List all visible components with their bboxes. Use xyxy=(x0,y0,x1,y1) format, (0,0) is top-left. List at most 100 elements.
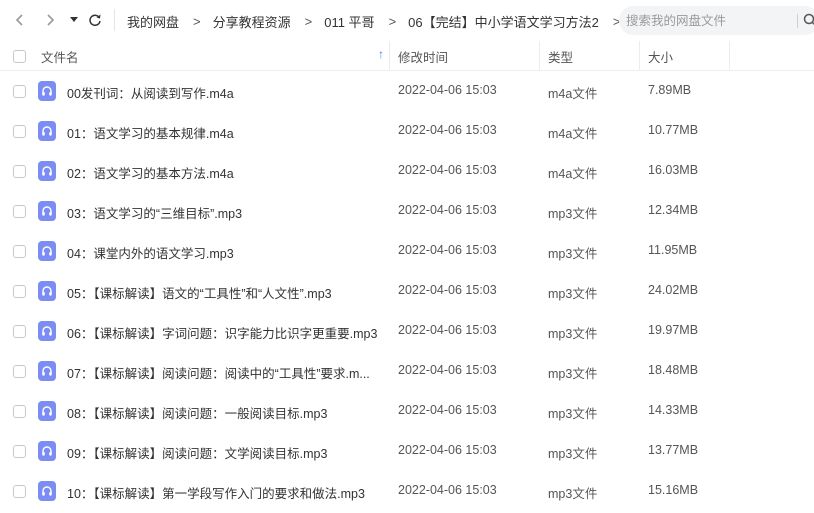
column-header-name[interactable]: 文件名 ↑ xyxy=(41,41,389,71)
breadcrumb-separator: > xyxy=(304,14,313,29)
back-button[interactable] xyxy=(7,7,33,33)
column-header-type[interactable]: 类型 xyxy=(548,41,573,71)
row-checkbox[interactable] xyxy=(13,485,26,498)
file-name[interactable]: 06：【课标解读】字词问题：识字能力比识字更重要.mp3 xyxy=(67,323,377,342)
row-checkbox[interactable] xyxy=(13,85,26,98)
column-header-time[interactable]: 修改时间 xyxy=(398,41,448,71)
file-modified-time: 2022-04-06 15:03 xyxy=(398,443,497,457)
file-list-header: 文件名 ↑ 修改时间 类型 大小 xyxy=(0,41,814,71)
file-name[interactable]: 05：【课标解读】语文的“工具性”和“人文性”.mp3 xyxy=(67,283,332,302)
table-row[interactable]: 05：【课标解读】语文的“工具性”和“人文性”.mp3 2022-04-06 1… xyxy=(0,271,814,311)
column-header-name-label: 文件名 xyxy=(41,50,79,65)
row-checkbox[interactable] xyxy=(13,445,26,458)
row-checkbox[interactable] xyxy=(13,165,26,178)
file-name[interactable]: 04：课堂内外的语文学习.mp3 xyxy=(67,243,234,262)
file-type: m4a文件 xyxy=(548,87,598,101)
column-header-type-label: 类型 xyxy=(548,50,574,65)
history-dropdown[interactable] xyxy=(66,7,82,33)
column-divider[interactable] xyxy=(389,41,390,71)
column-header-size-label: 大小 xyxy=(648,50,674,65)
table-row[interactable]: 06：【课标解读】字词问题：识字能力比识字更重要.mp3 2022-04-06 … xyxy=(0,311,814,351)
table-row[interactable]: 09：【课标解读】阅读问题：文学阅读目标.mp3 2022-04-06 15:0… xyxy=(0,431,814,471)
file-name[interactable]: 07：【课标解读】阅读问题：阅读中的“工具性”要求.m... xyxy=(67,363,370,382)
file-modified-time: 2022-04-06 15:03 xyxy=(398,483,497,497)
row-checkbox[interactable] xyxy=(13,285,26,298)
table-row[interactable]: 04：课堂内外的语文学习.mp3 2022-04-06 15:03 mp3文件 … xyxy=(0,231,814,271)
table-row[interactable]: 01：语文学习的基本规律.m4a 2022-04-06 15:03 m4a文件 … xyxy=(0,111,814,151)
row-checkbox[interactable] xyxy=(13,125,26,138)
file-type: mp3文件 xyxy=(548,447,598,461)
breadcrumb-item[interactable]: 分享教程资源 xyxy=(213,12,291,31)
breadcrumb-separator: > xyxy=(193,14,201,29)
toolbar: 我的网盘 > 分享教程资源 > 011 平哥 > 06【完结】中小学语文学习方法… xyxy=(0,0,814,41)
chevron-left-icon xyxy=(15,14,23,26)
file-modified-time: 2022-04-06 15:03 xyxy=(398,83,497,97)
breadcrumb-separator: > xyxy=(388,14,397,29)
file-modified-time: 2022-04-06 15:03 xyxy=(398,403,497,417)
search-input[interactable] xyxy=(626,13,796,28)
file-type: m4a文件 xyxy=(548,127,598,141)
table-row[interactable]: 08：【课标解读】阅读问题：一般阅读目标.mp3 2022-04-06 15:0… xyxy=(0,391,814,431)
table-row[interactable]: 03：语文学习的“三维目标”.mp3 2022-04-06 15:03 mp3文… xyxy=(0,191,814,231)
file-type: mp3文件 xyxy=(548,247,598,261)
table-row[interactable]: 00发刊词：从阅读到写作.m4a 2022-04-06 15:03 m4a文件 … xyxy=(0,71,814,111)
file-type: mp3文件 xyxy=(548,327,598,341)
file-name[interactable]: 01：语文学习的基本规律.m4a xyxy=(67,123,234,142)
column-divider[interactable] xyxy=(639,41,640,71)
caret-down-icon xyxy=(70,17,78,22)
audio-file-icon xyxy=(38,361,56,381)
select-all-cell xyxy=(13,41,26,71)
breadcrumb-item-current[interactable]: 06【完结】中小学语文学习方法2 xyxy=(408,12,599,31)
file-name[interactable]: 10：【课标解读】第一学段写作入门的要求和做法.mp3 xyxy=(67,483,365,502)
row-checkbox[interactable] xyxy=(13,405,26,418)
file-modified-time: 2022-04-06 15:03 xyxy=(398,323,497,337)
search-divider xyxy=(797,14,798,28)
file-name[interactable]: 02：语文学习的基本方法.m4a xyxy=(67,163,234,182)
refresh-button[interactable] xyxy=(82,7,108,33)
select-all-checkbox[interactable] xyxy=(13,49,26,63)
audio-file-icon xyxy=(38,321,56,341)
audio-file-icon xyxy=(38,161,56,181)
row-checkbox[interactable] xyxy=(13,325,26,338)
file-type: mp3文件 xyxy=(548,207,598,221)
file-modified-time: 2022-04-06 15:03 xyxy=(398,123,497,137)
file-modified-time: 2022-04-06 15:03 xyxy=(398,203,497,217)
breadcrumb-item[interactable]: 011 平哥 xyxy=(324,12,374,31)
file-name[interactable]: 09：【课标解读】阅读问题：文学阅读目标.mp3 xyxy=(67,443,327,462)
breadcrumb: 我的网盘 > 分享教程资源 > 011 平哥 > 06【完结】中小学语文学习方法… xyxy=(127,12,632,31)
search-button[interactable] xyxy=(803,13,814,32)
column-divider[interactable] xyxy=(539,41,540,71)
column-header-time-label: 修改时间 xyxy=(398,50,449,65)
chevron-right-icon xyxy=(47,14,55,26)
file-size: 14.33MB xyxy=(648,403,699,417)
file-modified-time: 2022-04-06 15:03 xyxy=(398,363,497,377)
file-type: m4a文件 xyxy=(548,167,598,181)
file-modified-time: 2022-04-06 15:03 xyxy=(398,163,497,177)
column-divider[interactable] xyxy=(729,41,730,71)
row-checkbox[interactable] xyxy=(13,245,26,258)
table-row[interactable]: 10：【课标解读】第一学段写作入门的要求和做法.mp3 2022-04-06 1… xyxy=(0,471,814,511)
toolbar-divider xyxy=(114,9,115,31)
forward-button[interactable] xyxy=(37,7,63,33)
file-size: 13.77MB xyxy=(648,443,699,457)
file-name[interactable]: 00发刊词：从阅读到写作.m4a xyxy=(67,83,234,102)
file-type: mp3文件 xyxy=(548,487,598,501)
breadcrumb-item[interactable]: 我的网盘 xyxy=(127,12,179,31)
table-row[interactable]: 02：语文学习的基本方法.m4a 2022-04-06 15:03 m4a文件 … xyxy=(0,151,814,191)
audio-file-icon xyxy=(38,401,56,421)
file-name[interactable]: 03：语文学习的“三维目标”.mp3 xyxy=(67,203,242,222)
audio-file-icon xyxy=(38,481,56,501)
audio-file-icon xyxy=(38,81,56,101)
file-size: 15.16MB xyxy=(648,483,699,497)
file-modified-time: 2022-04-06 15:03 xyxy=(398,243,497,257)
audio-file-icon xyxy=(38,201,56,221)
column-header-size[interactable]: 大小 xyxy=(648,41,673,71)
row-checkbox[interactable] xyxy=(13,205,26,218)
row-checkbox[interactable] xyxy=(13,365,26,378)
search-box xyxy=(619,6,814,35)
file-name[interactable]: 08：【课标解读】阅读问题：一般阅读目标.mp3 xyxy=(67,403,327,422)
file-type: mp3文件 xyxy=(548,367,598,381)
file-size: 7.89MB xyxy=(648,83,692,97)
sort-ascending-icon: ↑ xyxy=(378,47,384,61)
table-row[interactable]: 07：【课标解读】阅读问题：阅读中的“工具性”要求.m... 2022-04-0… xyxy=(0,351,814,391)
